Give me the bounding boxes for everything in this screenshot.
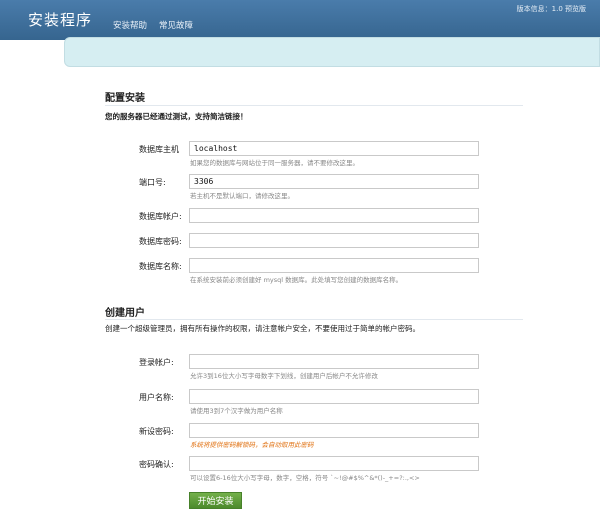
db-name-label: 数据库名称: <box>139 262 182 271</box>
confirm-password-hint: 可以设置6-16位大小写字母，数字，空格，符号 `~!@#$%^&*()-_+=… <box>190 474 420 482</box>
new-password-input[interactable] <box>189 423 479 438</box>
db-user-label: 数据库帐户: <box>139 212 182 221</box>
db-user-input[interactable] <box>189 208 479 223</box>
app-title: 安装程序 <box>28 11 93 29</box>
header-bar: 安装程序 安装帮助 常见故障 版本信息：1.0 预览版 <box>0 0 600 40</box>
login-account-input[interactable] <box>189 354 479 369</box>
user-name-input[interactable] <box>189 389 479 404</box>
db-host-label: 数据库主机 <box>139 145 179 154</box>
new-password-label: 新设密码: <box>139 427 174 436</box>
new-password-hint: 系统将提供密码解锁码，会自动取用此密码 <box>190 441 314 449</box>
user-section-title: 创建用户 <box>105 308 145 319</box>
db-host-input[interactable] <box>189 141 479 156</box>
login-account-label: 登录帐户: <box>139 358 174 367</box>
db-name-input[interactable] <box>189 258 479 273</box>
section-divider <box>105 319 523 320</box>
section-divider <box>105 105 523 106</box>
confirm-password-label: 密码确认: <box>139 460 174 469</box>
db-port-label: 端口号: <box>139 178 166 187</box>
user-name-label: 用户名称: <box>139 393 174 402</box>
login-account-hint: 允许3到16位大小写字母数字下划线，创建用户后帐户不允许修改 <box>190 372 378 380</box>
user-name-hint: 请使用3到7个汉字做为用户名称 <box>190 407 283 415</box>
start-install-button[interactable]: 开始安装 <box>189 492 242 509</box>
nav-common-faults[interactable]: 常见故障 <box>159 19 193 31</box>
db-host-hint: 如果您的数据库与网站位于同一服务器，请不要修改这里。 <box>190 159 359 167</box>
db-password-input[interactable] <box>189 233 479 248</box>
db-port-input[interactable] <box>189 174 479 189</box>
db-password-label: 数据库密码: <box>139 237 182 246</box>
version-info: 版本信息：1.0 预览版 <box>516 5 586 13</box>
confirm-password-input[interactable] <box>189 456 479 471</box>
user-section-description: 创建一个超级管理员，拥有所有操作的权限，请注意帐户安全，不要使用过于简单的帐户密… <box>105 324 420 333</box>
config-section-description: 您的服务器已经通过测试，支持简洁链接！ <box>105 112 248 121</box>
db-port-hint: 若主机不是默认端口，请修改这里。 <box>190 192 294 200</box>
info-banner <box>64 37 600 67</box>
config-section-title: 配置安装 <box>105 93 145 104</box>
db-name-hint: 在系统安装前必须创建好 mysql 数据库。此处填写您创建的数据库名称。 <box>190 276 403 284</box>
nav-install-help[interactable]: 安装帮助 <box>113 19 147 31</box>
top-nav: 安装帮助 常见故障 <box>113 19 193 31</box>
